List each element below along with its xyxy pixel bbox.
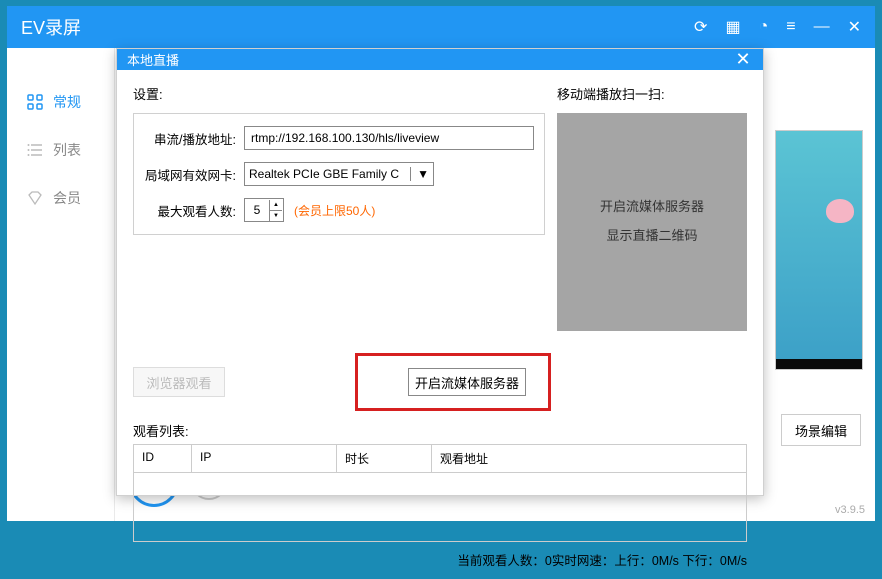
start-media-server-button[interactable]: 开启流媒体服务器 bbox=[408, 368, 526, 396]
close-icon[interactable]: ✕ bbox=[848, 17, 861, 37]
dialog-titlebar: 本地直播 ✕ bbox=[117, 49, 763, 70]
watchlist-label: 观看列表: bbox=[133, 421, 747, 440]
sidebar-item-member[interactable]: 会员 bbox=[7, 174, 114, 222]
qr-hint-line1: 开启流媒体服务器 bbox=[600, 193, 704, 222]
dialog-title: 本地直播 bbox=[127, 50, 733, 69]
nic-select-value: Realtek PCIe GBE Family C bbox=[249, 167, 399, 181]
chevron-down-icon: ▼ bbox=[410, 167, 429, 181]
stream-url-input[interactable] bbox=[244, 126, 534, 150]
settings-label: 设置: bbox=[133, 84, 545, 103]
col-id: ID bbox=[134, 445, 192, 472]
sidebar: 常规 列表 会员 bbox=[7, 48, 115, 521]
titlebar: EV录屏 ⟳ ▦ ◔ ≡ — ✕ bbox=[7, 6, 875, 48]
member-limit-note: (会员上限50人) bbox=[294, 202, 375, 219]
watchlist-table: ID IP 时长 观看地址 bbox=[133, 444, 747, 542]
local-broadcast-dialog: 本地直播 ✕ 设置: 串流/播放地址: 局域网有效网卡: Realtek PCI… bbox=[116, 48, 764, 496]
col-duration: 时长 bbox=[337, 445, 432, 472]
spinner-down-icon[interactable]: ▼ bbox=[270, 211, 282, 221]
titlebar-controls: ⟳ ▦ ◔ ≡ — ✕ bbox=[694, 17, 861, 37]
preview-taskbar bbox=[776, 359, 862, 369]
settings-icon[interactable]: ▦ bbox=[725, 17, 740, 37]
list-icon bbox=[27, 142, 43, 158]
spinner-up-icon[interactable]: ▲ bbox=[270, 200, 282, 211]
user-icon[interactable]: ◔ bbox=[759, 18, 769, 36]
minimize-icon[interactable]: — bbox=[814, 18, 830, 36]
qr-placeholder: 开启流媒体服务器 显示直播二维码 bbox=[557, 113, 747, 331]
grid-icon bbox=[27, 94, 43, 110]
dialog-close-button[interactable]: ✕ bbox=[733, 49, 753, 70]
max-viewers-input[interactable] bbox=[245, 203, 269, 217]
nic-select[interactable]: Realtek PCIe GBE Family C ▼ bbox=[244, 162, 434, 186]
refresh-icon[interactable]: ⟳ bbox=[694, 17, 707, 37]
start-server-highlight: 开启流媒体服务器 bbox=[355, 353, 551, 411]
menu-icon[interactable]: ≡ bbox=[786, 18, 795, 36]
sidebar-item-general[interactable]: 常规 bbox=[7, 78, 114, 126]
sidebar-item-label: 常规 bbox=[53, 92, 81, 112]
max-viewers-label: 最大观看人数: bbox=[144, 201, 244, 220]
qr-label: 移动端播放扫一扫: bbox=[557, 84, 747, 103]
dialog-body: 设置: 串流/播放地址: 局域网有效网卡: Realtek PCIe GBE F… bbox=[117, 70, 763, 579]
app-title: EV录屏 bbox=[21, 14, 694, 40]
max-viewers-spinner[interactable]: ▲ ▼ bbox=[244, 198, 284, 222]
preview-thumbnail bbox=[775, 130, 863, 370]
nic-label: 局域网有效网卡: bbox=[144, 165, 244, 184]
sidebar-item-label: 列表 bbox=[53, 140, 81, 160]
col-ip: IP bbox=[192, 445, 337, 472]
preview-content-icon bbox=[826, 199, 854, 223]
sidebar-item-label: 会员 bbox=[53, 188, 81, 208]
scene-edit-button[interactable]: 场景编辑 bbox=[781, 414, 861, 446]
browser-watch-button[interactable]: 浏览器观看 bbox=[133, 367, 225, 397]
col-watch-address: 观看地址 bbox=[432, 445, 746, 472]
version-label: v3.9.5 bbox=[835, 504, 865, 516]
settings-box: 串流/播放地址: 局域网有效网卡: Realtek PCIe GBE Famil… bbox=[133, 113, 545, 235]
watchlist-header: ID IP 时长 观看地址 bbox=[134, 445, 746, 473]
diamond-icon bbox=[27, 190, 43, 206]
stream-url-label: 串流/播放地址: bbox=[144, 129, 244, 148]
status-bar: 当前观看人数：0实时网速：上行：0M/s 下行：0M/s bbox=[133, 542, 747, 569]
sidebar-item-list[interactable]: 列表 bbox=[7, 126, 114, 174]
qr-hint-line2: 显示直播二维码 bbox=[606, 222, 697, 251]
